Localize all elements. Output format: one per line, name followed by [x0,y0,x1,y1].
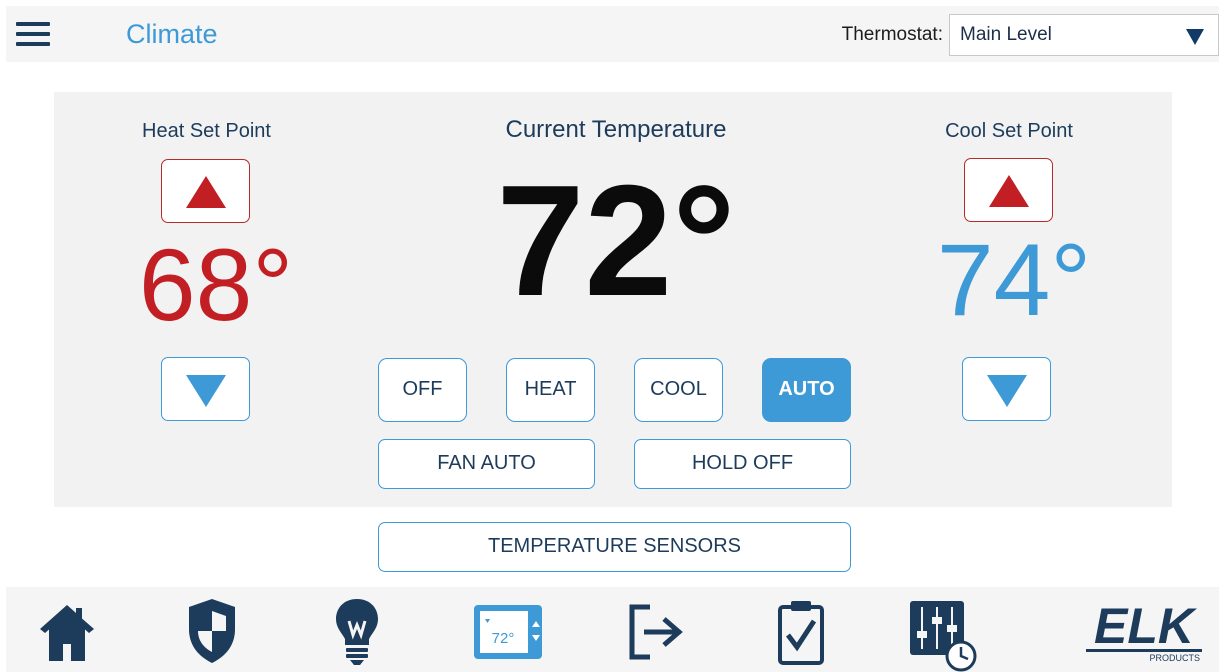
heat-set-point-label: Heat Set Point [142,120,271,142]
hamburger-menu-icon[interactable] [16,19,52,49]
thermostat-icon-text: 72° [492,630,515,647]
lightbulb-icon[interactable] [332,595,382,665]
thermostat-select[interactable]: Main Level [949,14,1219,56]
thermostat-label: Thermostat: [841,24,943,45]
header-bar: Climate Thermostat: Main Level [6,6,1219,62]
current-temperature-value: 72° [496,153,736,329]
clipboard-check-icon[interactable] [774,595,828,665]
elk-logo-sub: PRODUCTS [1149,653,1200,663]
elk-logo: ELK PRODUCTS [1082,598,1206,663]
cool-decrease-button[interactable] [962,357,1051,421]
arrow-up-icon [989,175,1029,207]
thermostat-panel: Heat Set Point Current Temperature Cool … [54,92,1172,507]
chevron-down-icon [1186,29,1204,45]
fan-auto-button[interactable]: FAN AUTO [378,439,595,489]
heat-set-point-value: 68° [138,228,294,342]
arrow-down-icon [186,375,226,407]
thermostat-icon[interactable]: 72° [470,595,546,665]
mode-heat-button[interactable]: HEAT [506,358,595,422]
elk-logo-text: ELK [1094,599,1198,654]
cool-increase-button[interactable] [964,158,1053,222]
mode-off-button[interactable]: OFF [378,358,467,422]
home-icon[interactable] [36,595,98,665]
cool-set-point-value: 74° [936,223,1092,337]
current-temperature-label: Current Temperature [505,116,727,143]
exit-icon[interactable] [626,595,688,665]
mode-cool-button[interactable]: COOL [634,358,723,422]
thermostat-selected-value: Main Level [960,24,1052,45]
arrow-down-icon [987,375,1027,407]
temperature-sensors-button[interactable]: TEMPERATURE SENSORS [378,522,851,572]
security-shield-icon[interactable] [184,595,240,665]
hold-off-button[interactable]: HOLD OFF [634,439,851,489]
heat-decrease-button[interactable] [161,357,250,421]
mode-auto-button[interactable]: AUTO [762,358,851,422]
heat-increase-button[interactable] [161,159,250,223]
schedule-sliders-icon[interactable] [906,595,986,672]
cool-set-point-label: Cool Set Point [945,120,1073,142]
page-title: Climate [126,19,218,49]
bottom-navigation: 72° ELK PRODUCTS [6,587,1219,672]
arrow-up-icon [186,176,226,208]
